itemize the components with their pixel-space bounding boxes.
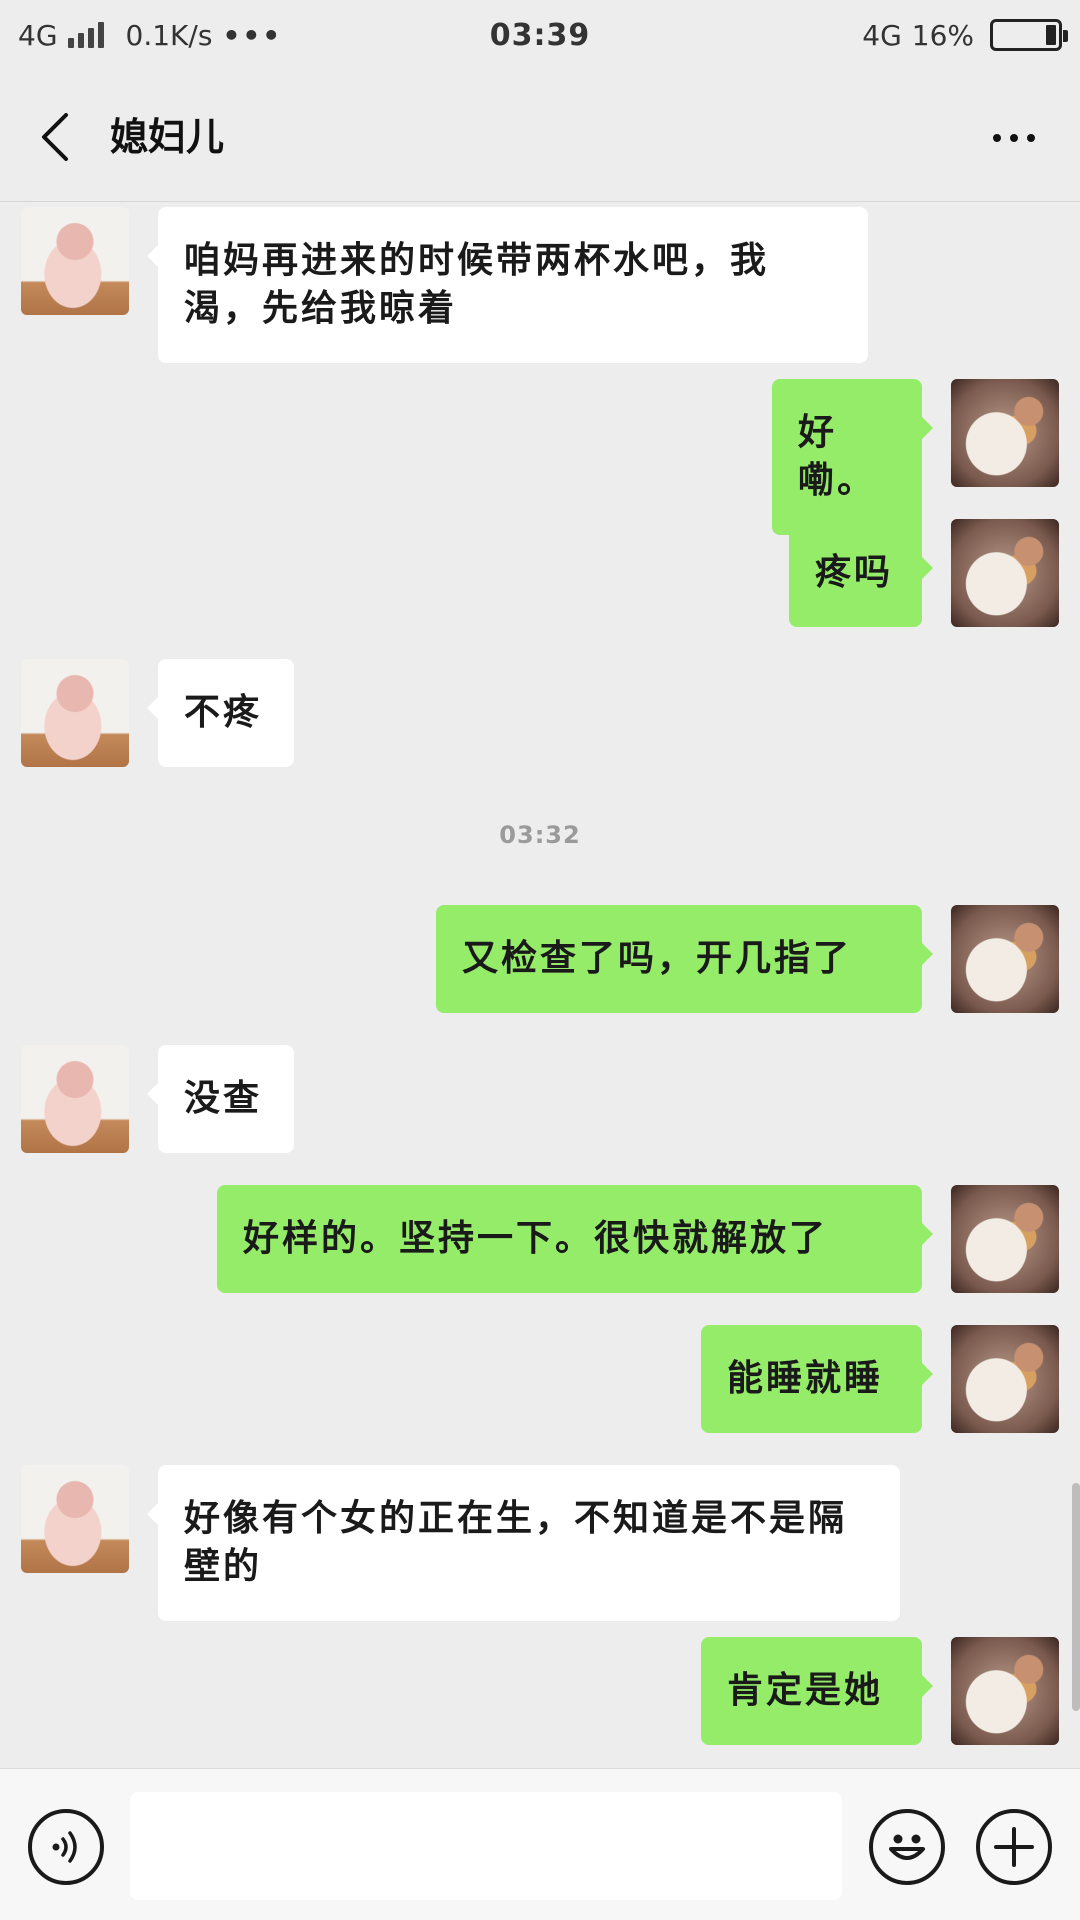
chevron-left-icon bbox=[42, 113, 68, 161]
signal-icon bbox=[67, 22, 104, 48]
contact-avatar[interactable] bbox=[21, 207, 129, 315]
message-bubble[interactable]: 肯定是她 bbox=[701, 1637, 933, 1745]
message-timestamp: 03:32 bbox=[499, 821, 581, 849]
status-right: 4G 16% bbox=[862, 18, 1068, 52]
message-list[interactable]: 咱妈再进来的时候带两杯水吧，我渴，先给我晾着 好嘞。 疼吗 不疼 03:32 又… bbox=[0, 203, 1080, 1768]
battery-icon bbox=[990, 19, 1068, 51]
status-bar: 4G 0.1K/s ••• 03:39 4G 16% bbox=[0, 0, 1080, 70]
message-bubble[interactable]: 又检查了吗，开几指了 bbox=[436, 905, 933, 1013]
dot bbox=[1027, 134, 1035, 142]
status-left: 4G 0.1K/s ••• bbox=[18, 19, 282, 52]
dot bbox=[1010, 134, 1018, 142]
emoji-button[interactable] bbox=[869, 1809, 945, 1885]
my-avatar[interactable] bbox=[951, 905, 1059, 1013]
message-bubble[interactable]: 好像有个女的正在生，不知道是不是隔壁的 bbox=[147, 1465, 900, 1621]
network-type-right: 4G bbox=[862, 18, 902, 52]
message-input[interactable] bbox=[130, 1792, 842, 1900]
input-bar bbox=[0, 1768, 1080, 1920]
plus-icon bbox=[994, 1827, 1034, 1867]
message-bubble[interactable]: 不疼 bbox=[147, 659, 294, 767]
voice-icon bbox=[52, 1831, 77, 1863]
more-functions-button[interactable] bbox=[976, 1809, 1052, 1885]
network-type: 4G bbox=[18, 18, 58, 52]
message-bubble[interactable]: 好样的。坚持一下。很快就解放了 bbox=[217, 1185, 933, 1293]
scrollbar-thumb[interactable] bbox=[1072, 1483, 1080, 1711]
network-speed: 0.1K/s bbox=[125, 18, 213, 52]
more-options-button[interactable] bbox=[984, 114, 1044, 162]
my-avatar[interactable] bbox=[951, 1637, 1059, 1745]
contact-avatar[interactable] bbox=[21, 659, 129, 767]
my-avatar[interactable] bbox=[951, 1185, 1059, 1293]
message-bubble[interactable]: 咱妈再进来的时候带两杯水吧，我渴，先给我晾着 bbox=[147, 207, 868, 363]
message-bubble[interactable]: 没查 bbox=[147, 1045, 294, 1153]
message-bubble[interactable]: 疼吗 bbox=[789, 519, 933, 627]
chat-header: 媳妇儿 bbox=[0, 70, 1080, 202]
my-avatar[interactable] bbox=[951, 1325, 1059, 1433]
message-bubble[interactable]: 好嘞。 bbox=[772, 379, 933, 535]
contact-avatar[interactable] bbox=[21, 1045, 129, 1153]
more-notifications: ••• bbox=[222, 18, 283, 52]
voice-button[interactable] bbox=[28, 1809, 104, 1885]
message-bubble[interactable]: 能睡就睡 bbox=[701, 1325, 933, 1433]
my-avatar[interactable] bbox=[951, 379, 1059, 487]
contact-avatar[interactable] bbox=[21, 1465, 129, 1573]
battery-percent: 16% bbox=[911, 18, 974, 52]
dot bbox=[993, 134, 1001, 142]
back-button[interactable] bbox=[30, 110, 80, 164]
emoji-icon bbox=[889, 1834, 925, 1860]
chat-title: 媳妇儿 bbox=[110, 115, 225, 159]
my-avatar[interactable] bbox=[951, 519, 1059, 627]
